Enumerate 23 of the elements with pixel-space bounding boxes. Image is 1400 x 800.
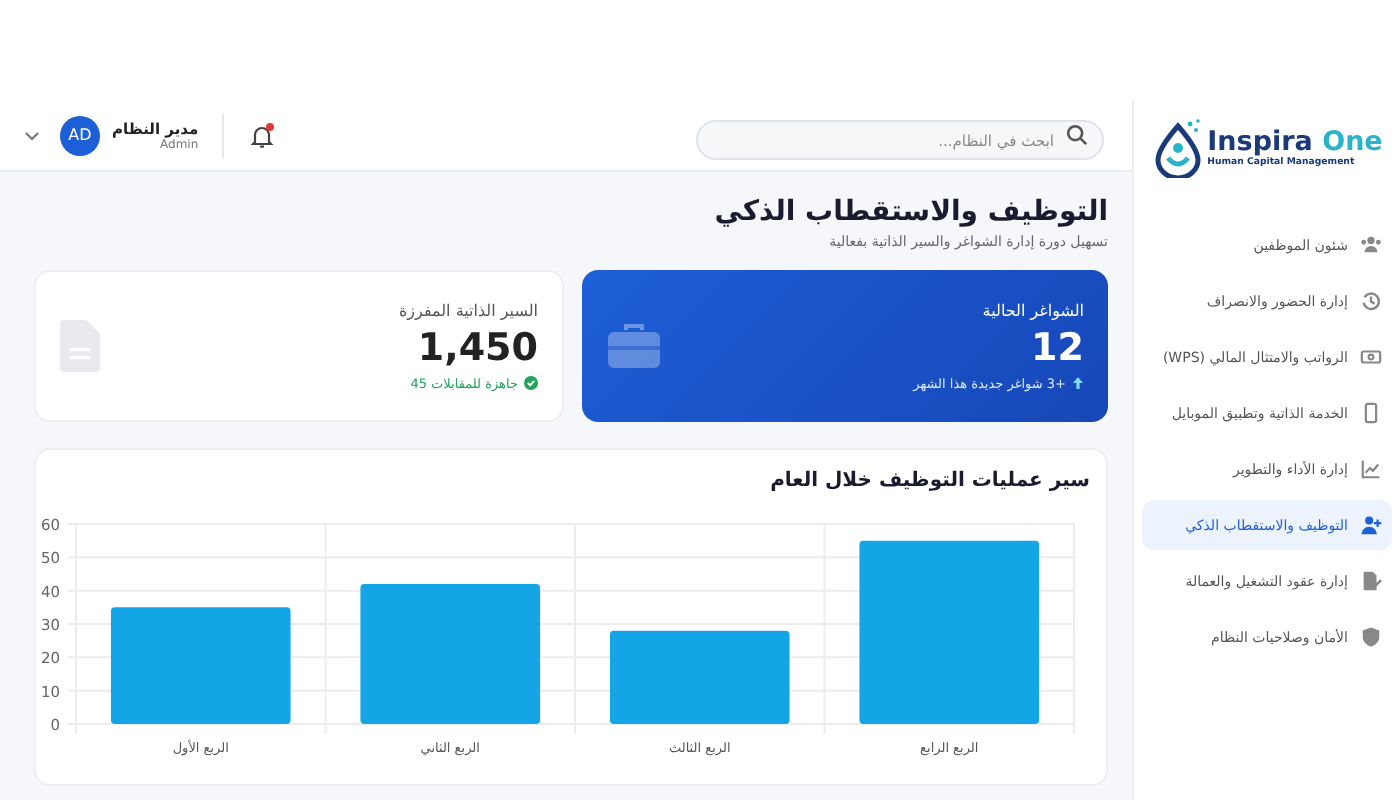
mobile-icon (1360, 402, 1382, 424)
stat-label: الشواغر الحالية (980, 301, 1084, 319)
search-icon (1066, 124, 1088, 146)
people-icon (1360, 234, 1382, 256)
user-plus-icon (1360, 514, 1382, 536)
notification-bell-icon[interactable] (248, 121, 277, 149)
stat-value: 12 (1029, 325, 1084, 369)
contract-icon (1360, 570, 1382, 592)
arrow-up-icon (1072, 376, 1084, 390)
logo-icon (1151, 118, 1204, 178)
chart-title: سير عمليات التوظيف خلال العام (768, 470, 1090, 492)
shield-icon (1360, 626, 1382, 648)
money-icon (1360, 346, 1382, 368)
history-icon (1360, 290, 1382, 312)
caret-icon[interactable] (24, 129, 40, 141)
logo-wordmark: Inspira One (1207, 128, 1383, 158)
briefcase-icon (606, 322, 662, 370)
check-circle-icon (524, 376, 538, 390)
stat-label: السير الذاتية المفرزة (398, 301, 538, 319)
stat-value: 1,450 (415, 325, 538, 369)
user-avatar[interactable]: AD (60, 115, 100, 155)
chart-icon (1360, 458, 1382, 480)
page-title: التوظيف والاستقطاب الذكي (712, 194, 1108, 232)
